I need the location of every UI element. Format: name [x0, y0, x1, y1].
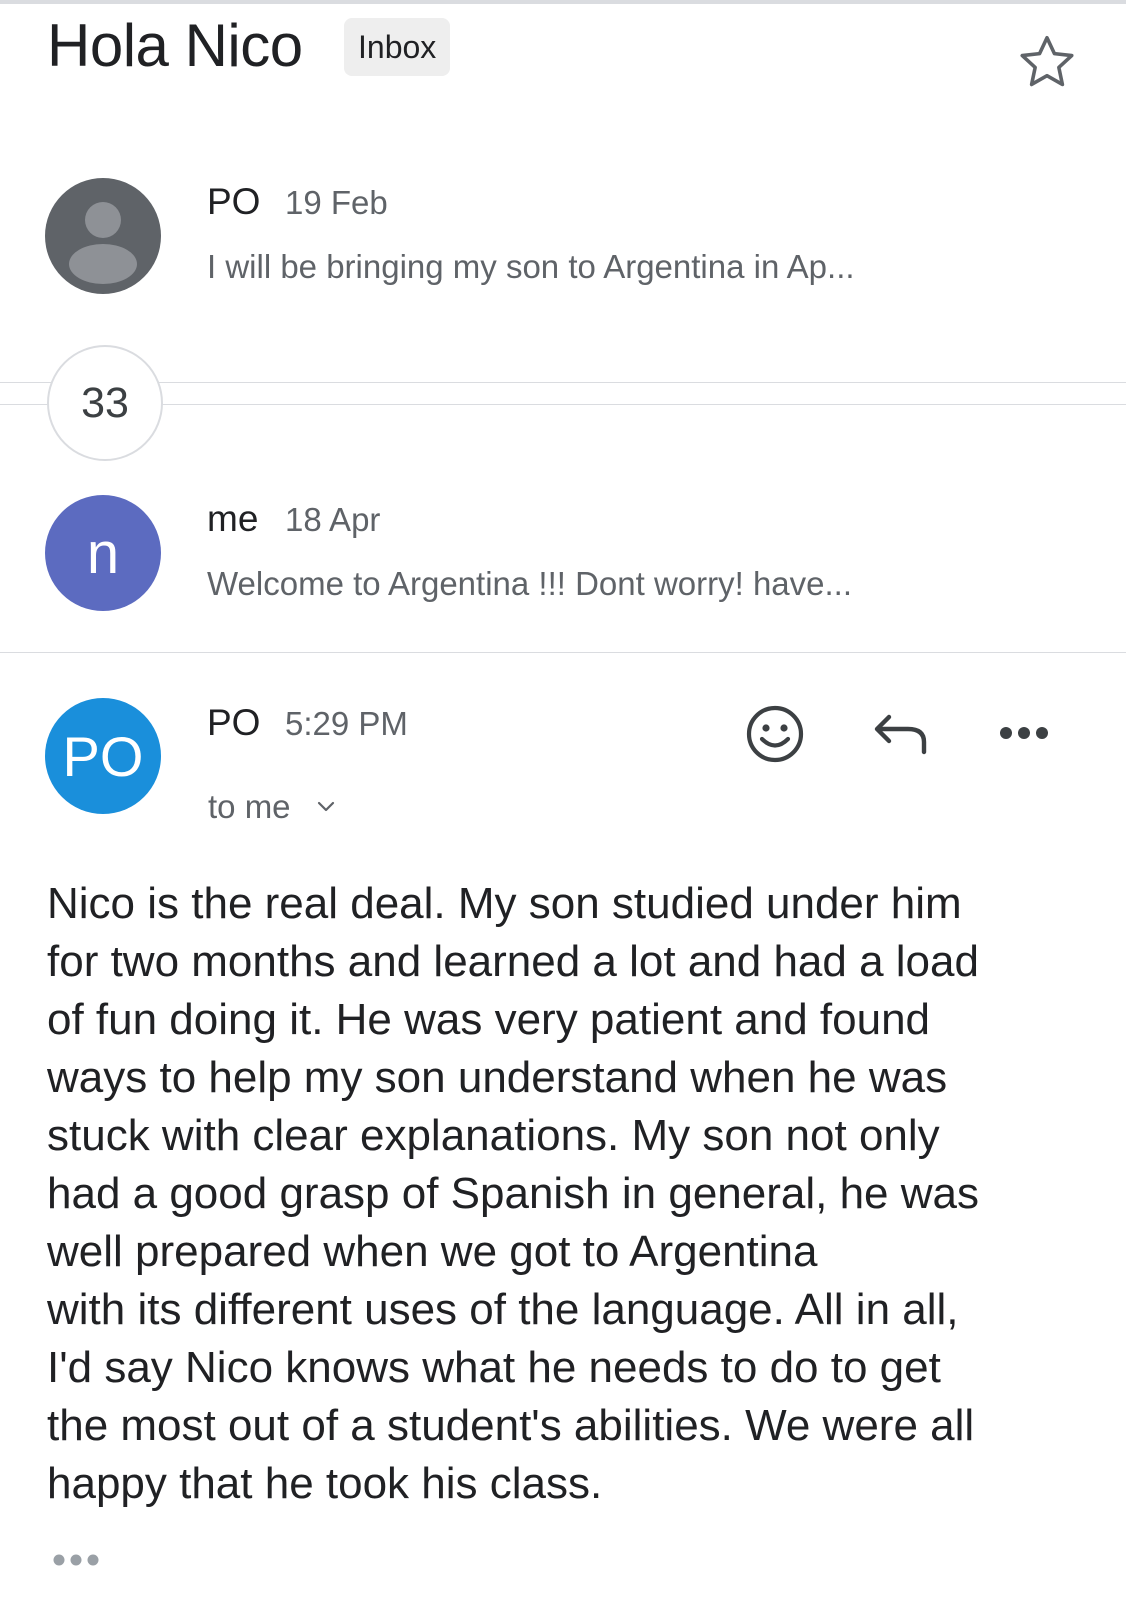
message-divider	[0, 652, 1126, 653]
show-trimmed-content-icon[interactable]	[52, 1553, 100, 1567]
recipients-toggle[interactable]: to me	[208, 785, 291, 829]
message-snippet: Welcome to Argentina !!! Dont worry! hav…	[207, 565, 853, 602]
body-line: I'd say Nico knows what he needs to do t…	[47, 1343, 941, 1392]
body-line: ways to help my son understand when he w…	[47, 1053, 948, 1102]
body-line: with its different uses of the language.…	[47, 1285, 959, 1334]
emoji-react-icon[interactable]	[745, 704, 805, 764]
sender-avatar: PO	[45, 698, 161, 814]
collapsed-messages-count[interactable]: 33	[47, 345, 163, 461]
body-line: had a good grasp of Spanish in general, …	[47, 1169, 979, 1218]
body-line: for two months and learned a lot and had…	[47, 937, 979, 986]
avatar-letter: n	[86, 520, 120, 586]
body-line: Nico is the real deal. My son studied un…	[47, 879, 962, 928]
body-line: the most out of a student's abilities. W…	[47, 1401, 975, 1450]
thread-subject: Hola Nico	[47, 12, 303, 79]
body-line: well prepared when we got to Argentina	[47, 1227, 818, 1276]
message-snippet: I will be bringing my son to Argentina i…	[207, 248, 855, 285]
top-divider	[0, 0, 1126, 4]
message-date: 18 Apr	[285, 501, 381, 538]
body-line: happy that he took his class.	[47, 1459, 603, 1508]
message-date: 19 Feb	[285, 184, 388, 221]
collapsed-divider-bottom	[0, 404, 1126, 405]
reply-icon[interactable]	[872, 712, 930, 756]
sender-avatar: n	[45, 495, 161, 611]
sender-avatar	[45, 178, 161, 294]
body-line: stuck with clear explanations. My son no…	[47, 1111, 940, 1160]
avatar-initials: PO	[62, 724, 144, 788]
more-options-icon[interactable]	[999, 726, 1049, 740]
collapsed-divider-top	[0, 382, 1126, 383]
inbox-label-chip[interactable]: Inbox	[344, 18, 451, 76]
sender-name: PO	[207, 702, 261, 743]
sender-name: PO	[207, 181, 261, 222]
person-placeholder-icon	[69, 202, 137, 284]
message-time: 5:29 PM	[285, 705, 408, 742]
star-icon[interactable]	[1014, 30, 1080, 96]
sender-name: me	[207, 498, 259, 539]
message-body: Nico is the real deal. My son studied un…	[47, 875, 1087, 1513]
body-line: of fun doing it. He was very patient and…	[47, 995, 931, 1044]
chevron-down-icon[interactable]	[316, 800, 336, 814]
